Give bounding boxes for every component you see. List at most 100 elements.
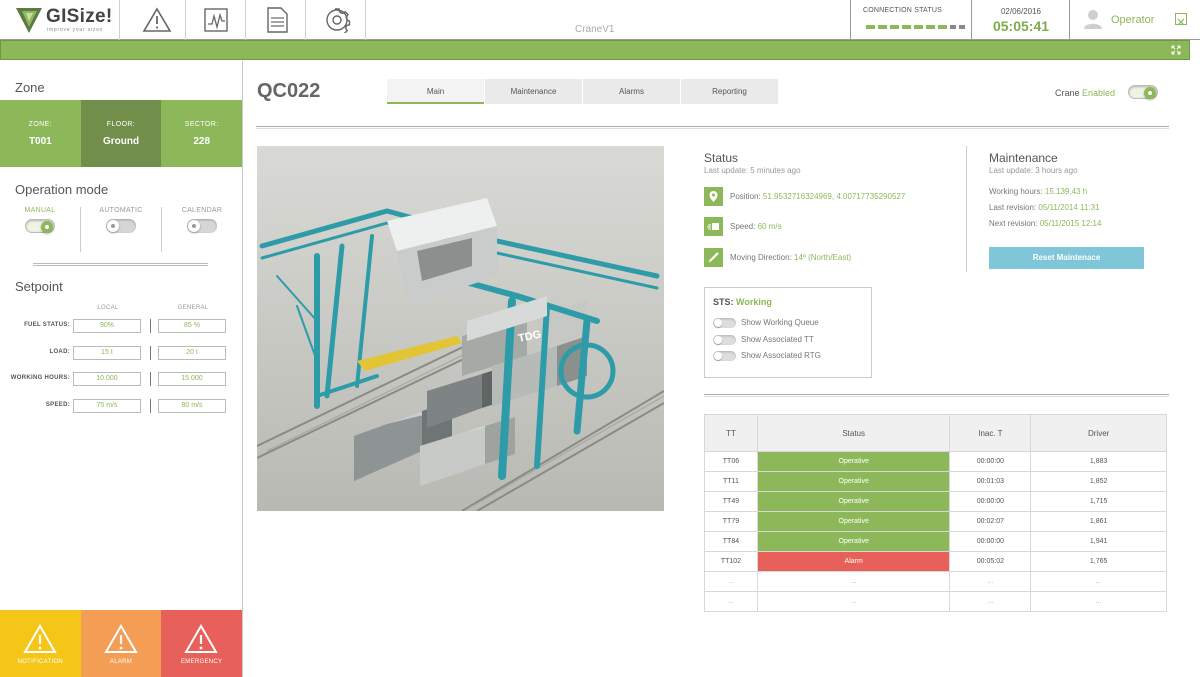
document-icon (267, 7, 288, 33)
crane-state: Enabled (1082, 88, 1116, 98)
table-row[interactable]: TT49 Operative 00:00:00 1,715 (704, 491, 1167, 512)
sts-header: STS: Working (713, 297, 772, 307)
inac-cell: ... (949, 571, 1032, 592)
show-associated-tt-toggle[interactable] (713, 335, 736, 345)
speed-text: Speed: 60 m/s (730, 222, 782, 231)
automatic-toggle[interactable] (106, 219, 136, 233)
mode-label: MANUAL (24, 207, 56, 214)
user-menu[interactable]: Operator (1070, 0, 1200, 40)
setpoint-title: Setpoint (15, 279, 63, 294)
connection-bar (866, 25, 875, 29)
nav-alerts-button[interactable] (126, 0, 186, 40)
alarm-button[interactable]: ALARM (80, 610, 162, 677)
connection-bar (926, 25, 935, 29)
sts-label: STS: (713, 297, 734, 307)
inac-cell: 00:01:03 (949, 471, 1032, 492)
direction-text: Moving Direction: 14º (North/East) (730, 253, 851, 262)
option-label: Show Working Queue (741, 318, 819, 327)
inac-cell: 00:00:00 (949, 531, 1032, 552)
status-cell: Operative (756, 451, 951, 472)
nav-settings-button[interactable] (306, 0, 366, 40)
tt-cell: TT84 (704, 531, 758, 552)
direction-value: 14º (North/East) (794, 253, 852, 262)
inac-cell: 00:00:00 (949, 491, 1032, 512)
table-row[interactable]: TT06 Operative 00:00:00 1,883 (704, 451, 1167, 472)
table-row[interactable]: TT102 Alarm 00:05:02 1,765 (704, 551, 1167, 572)
fuel-general-input[interactable]: 85 % (158, 319, 226, 333)
crane-illustration: TDG (257, 146, 664, 511)
driver-cell: 1,941 (1030, 531, 1167, 552)
sidebar: Zone ZONE: T001 FLOOR: Ground SECTOR: 22… (0, 61, 243, 677)
table-row[interactable]: TT79 Operative 00:02:07 1,861 (704, 511, 1167, 532)
nav-reports-button[interactable] (246, 0, 306, 40)
driver-cell: 1,765 (1030, 551, 1167, 572)
sector-label: SECTOR: (184, 121, 219, 128)
mode-label: AUTOMATIC (99, 207, 143, 214)
position-value: 51.9532716324969, 4.00717735290527 (762, 192, 906, 201)
emergency-button[interactable]: EMERGENCY (161, 610, 243, 677)
warning-icon (142, 7, 172, 32)
crane-enable-toggle-wrap (1128, 85, 1158, 104)
speed-local-input[interactable]: 75 m/s (73, 399, 141, 413)
table-row[interactable]: TT11 Operative 00:01:03 1,852 (704, 471, 1167, 492)
setpoint-header-local: LOCAL (97, 305, 119, 311)
option-label: Show Associated TT (741, 335, 814, 344)
column-header-driver[interactable]: Driver (1030, 414, 1167, 452)
status-title: Status (704, 151, 739, 165)
working-hours-value: 15.139,43 h (1044, 187, 1088, 196)
tt-table: TT Status Inac. T Driver TT06 Operative … (704, 414, 1167, 612)
nav-activity-button[interactable] (186, 0, 246, 40)
crane-enable-toggle[interactable] (1128, 85, 1158, 99)
option-label: Show Associated RTG (741, 351, 821, 360)
tab-maintenance[interactable]: Maintenance (485, 79, 582, 104)
toggle-knob (41, 221, 53, 233)
maintenance-title: Maintenance (989, 151, 1058, 165)
green-banner (0, 40, 1190, 60)
connection-status-label: CONNECTION STATUS (863, 7, 942, 14)
gear-icon (326, 8, 351, 33)
column-header-tt[interactable]: TT (704, 414, 758, 452)
status-last-update: Last update: 5 minutes ago (704, 166, 801, 175)
show-working-queue-toggle[interactable] (713, 318, 736, 328)
tab-reporting[interactable]: Reporting (681, 79, 778, 104)
manual-toggle[interactable] (25, 219, 55, 233)
tab-main[interactable]: Main (387, 79, 484, 104)
load-general-input[interactable]: 20 t (158, 346, 226, 360)
reset-maintenance-button[interactable]: Reset Maintenace (989, 247, 1144, 269)
setpoint-label: WORKING HOURS: (10, 375, 70, 381)
hours-local-input[interactable]: 10.000 (73, 372, 141, 386)
connection-bar (890, 25, 899, 29)
tt-cell: TT11 (704, 471, 758, 492)
status-cell: ... (756, 591, 951, 612)
speed-label: Speed: (730, 222, 756, 231)
tt-cell: TT49 (704, 491, 758, 512)
logout-button[interactable] (1175, 13, 1187, 26)
expand-icon[interactable] (1171, 45, 1181, 58)
status-cell: Operative (756, 471, 951, 492)
fuel-local-input[interactable]: 90% (73, 319, 141, 333)
logo-mark-icon (16, 8, 42, 33)
working-hours-line: Working hours: 15.139,43 h (989, 187, 1087, 196)
app-title: CraneV1 (575, 24, 615, 35)
column-header-status[interactable]: Status (756, 414, 951, 452)
column-header-inac[interactable]: Inac. T (949, 414, 1032, 452)
location-pin-icon (704, 187, 723, 206)
driver-cell: 1,715 (1030, 491, 1167, 512)
hours-general-input[interactable]: 15.000 (158, 372, 226, 386)
show-associated-rtg-toggle[interactable] (713, 351, 736, 361)
load-local-input[interactable]: 15 t (73, 346, 141, 360)
connection-bar (878, 25, 887, 29)
status-cell: Operative (756, 531, 951, 552)
driver-cell: 1,852 (1030, 471, 1167, 492)
crane-image: TDG (257, 146, 664, 511)
logo[interactable]: GISize! improve your sizes (0, 0, 120, 40)
calendar-toggle[interactable] (187, 219, 217, 233)
status-cell: Operative (756, 491, 951, 512)
tab-alarms[interactable]: Alarms (583, 79, 680, 104)
sector-value: 228 (193, 136, 211, 147)
inac-cell: ... (949, 591, 1032, 612)
table-row[interactable]: TT84 Operative 00:00:00 1,941 (704, 531, 1167, 552)
speed-general-input[interactable]: 80 m/s (158, 399, 226, 413)
notification-button[interactable]: NOTIFICATION (0, 610, 81, 677)
maintenance-last-update: Last update: 3 hours ago (989, 166, 1078, 175)
